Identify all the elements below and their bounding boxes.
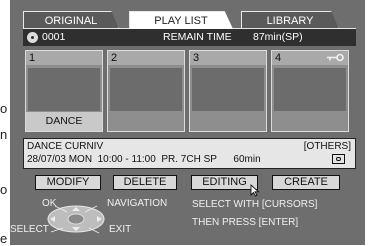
thumbnail-image [28,68,100,111]
program-details: 28/07/03 MON 10:00 - 11:00 PR. 7CH SP 60… [27,154,261,165]
thumbnail-image [274,68,346,111]
pointer-cursor-icon [250,184,260,197]
editing-button[interactable]: EDITING [191,175,258,190]
thumbnail-number: 3 [190,51,266,65]
select-hint: SELECT [10,224,49,235]
thumbnail-3[interactable]: 3 [189,50,267,132]
side-letter: o [0,182,8,197]
ok-hint: OK [42,198,57,209]
tab-play-list[interactable]: PLAY LIST [129,11,233,29]
thumbnail-caption: DANCE [26,112,102,131]
instruction-line-1: SELECT WITH [CURSORS] [192,199,318,210]
tab-library[interactable]: LIBRARY [241,11,339,29]
delete-button[interactable]: DELETE [113,175,177,190]
thumbnail-2[interactable]: 2 [107,50,185,132]
side-letter: n [0,127,8,142]
program-info-box: DANCE CURNIV 28/07/03 MON 10:00 - 11:00 … [23,138,356,169]
key-icon [327,53,344,62]
navigation-hint: NAVIGATION [107,198,168,209]
exit-hint: EXIT [109,224,132,235]
remain-time-value: 87min(SP) [253,31,303,43]
program-title: DANCE CURNIV [27,141,104,152]
thumbnail-image [110,68,182,111]
tape-icon [332,154,345,164]
create-button[interactable]: CREATE [272,175,340,190]
side-letter: o [0,101,8,116]
library-screen: ORIGINAL PLAY LIST LIBRARY 0001 REMAIN T… [10,0,365,245]
disc-number: 0001 [42,31,66,43]
remain-time-label: REMAIN TIME [163,31,232,43]
instruction-line-2: THEN PRESS [ENTER] [192,217,299,228]
tab-original[interactable]: ORIGINAL [23,11,119,29]
tab-bar: ORIGINAL PLAY LIST LIBRARY [23,11,353,29]
thumbnail-4[interactable]: 4 [271,50,349,132]
thumbnail-number: 2 [108,51,184,65]
status-header: 0001 REMAIN TIME 87min(SP) [23,29,356,46]
thumbnail-1[interactable]: 1 DANCE [25,50,103,132]
disc-icon [27,32,38,43]
thumbnail-number: 1 [26,51,102,65]
modify-button[interactable]: MODIFY [35,175,101,190]
side-letter: e [0,231,8,246]
program-category: [OTHERS] [303,141,351,152]
thumbnail-image [192,68,264,111]
